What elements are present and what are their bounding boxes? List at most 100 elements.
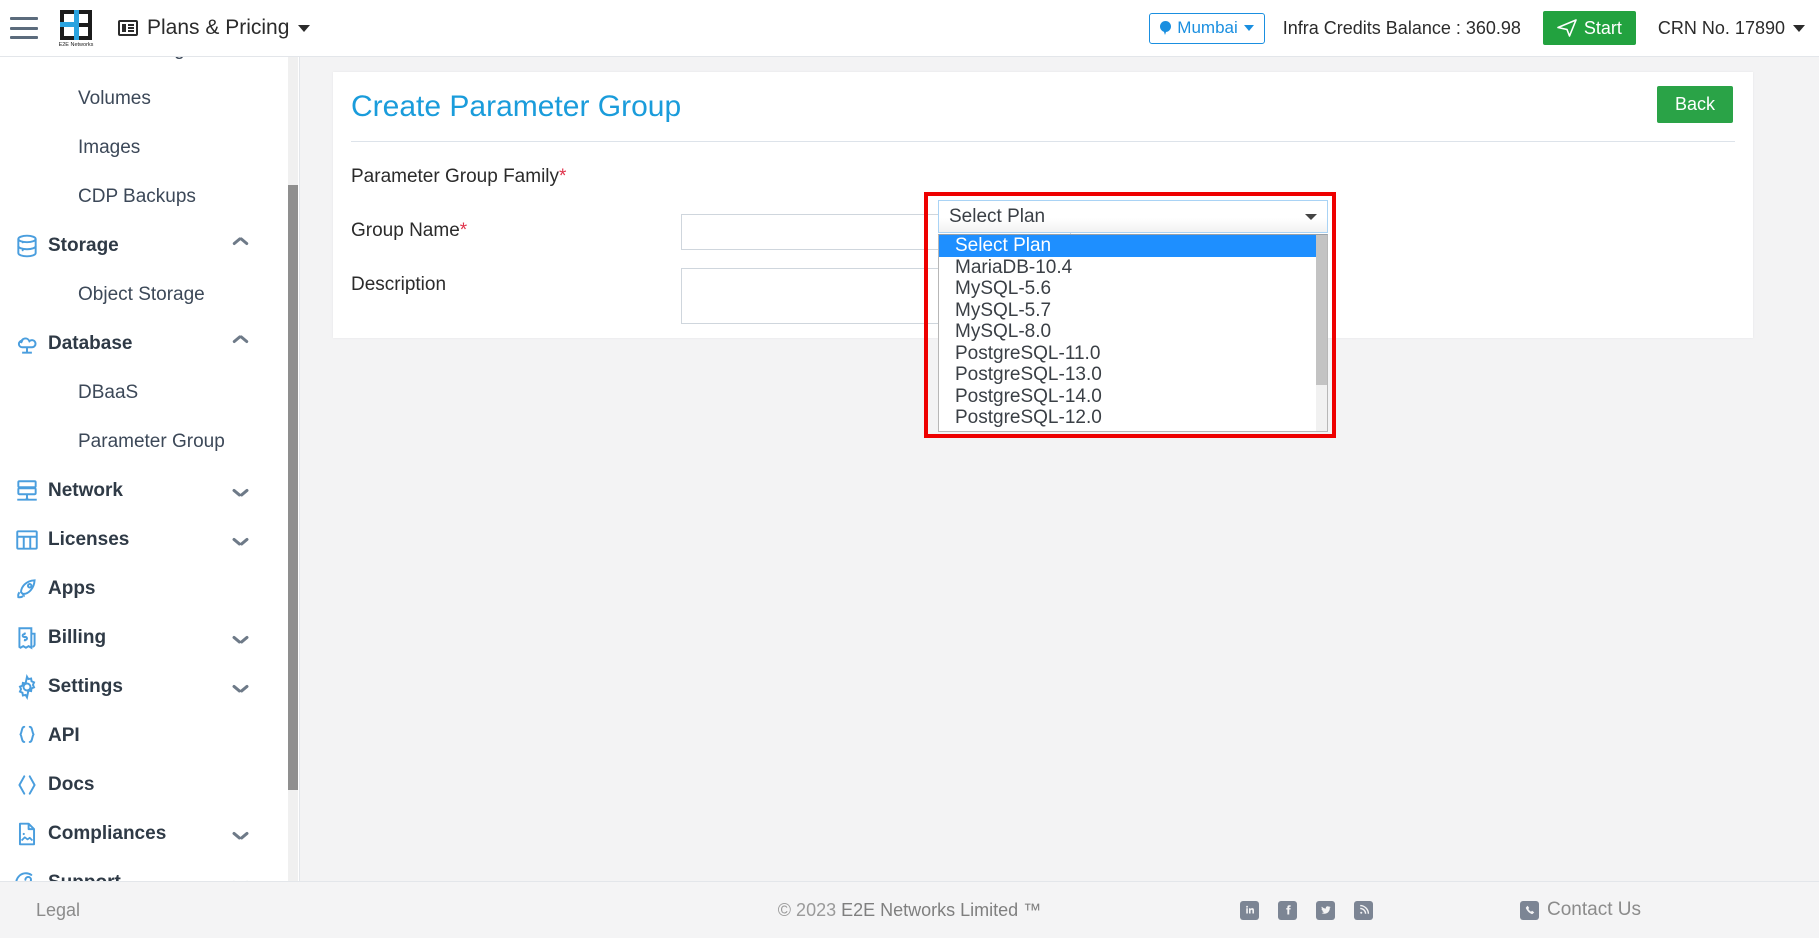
hamburger-icon[interactable] bbox=[10, 17, 38, 39]
plans-and-pricing-menu[interactable]: Plans & Pricing bbox=[118, 16, 311, 40]
select-option[interactable]: MariaDB-10.4 bbox=[939, 257, 1327, 279]
start-label: Start bbox=[1583, 17, 1622, 38]
sidebar-item-dbaas[interactable]: DBaaS bbox=[0, 368, 299, 417]
region-label: Mumbai bbox=[1177, 18, 1238, 37]
copyright-company: E2E Networks Limited ™ bbox=[841, 899, 1042, 920]
chevron-down-icon bbox=[1793, 24, 1805, 32]
chevron-down-icon[interactable] bbox=[233, 486, 248, 495]
sidebar-item-label: Images bbox=[78, 136, 141, 158]
contact-us-link[interactable]: Contact Us bbox=[1520, 899, 1641, 921]
copyright-prefix: © 2023 bbox=[777, 899, 842, 920]
select-option[interactable]: PostgreSQL-11.0 bbox=[939, 343, 1327, 365]
server-network-icon bbox=[6, 478, 48, 504]
grid-license-icon bbox=[6, 527, 48, 553]
description-label: Description bbox=[351, 274, 447, 295]
database-stack-icon bbox=[6, 233, 48, 259]
parameter-group-family-select[interactable]: Select Plan bbox=[938, 200, 1328, 233]
sidebar-item-label: Volumes bbox=[78, 87, 151, 109]
twitter-icon[interactable] bbox=[1316, 900, 1335, 920]
chevron-down-icon[interactable] bbox=[233, 829, 248, 838]
sidebar-item-label: Object Storage bbox=[78, 283, 205, 305]
sidebar-item-label: CDP Backups bbox=[78, 185, 196, 207]
sidebar-item-label: Billing bbox=[48, 626, 107, 648]
sidebar-item-licenses[interactable]: Licenses bbox=[0, 515, 299, 564]
card-header: Create Parameter Group Back bbox=[351, 72, 1735, 142]
sidebar-item-billing[interactable]: Billing bbox=[0, 613, 299, 662]
chevron-down-icon[interactable] bbox=[233, 682, 248, 691]
phone-icon bbox=[1520, 900, 1539, 920]
parameter-group-family-label: Parameter Group Family* bbox=[351, 160, 681, 188]
sidebar-item-label: Apps bbox=[48, 577, 96, 599]
select-option[interactable]: Select Plan bbox=[939, 235, 1327, 257]
sidebar-item-cdp-backups[interactable]: CDP Backups bbox=[0, 172, 299, 221]
sidebar-scroll-content: Auto Scaling Volumes Images CDP Backups … bbox=[0, 57, 299, 907]
sidebar-scrollbar-thumb[interactable] bbox=[288, 185, 298, 790]
sidebar-item-object-storage[interactable]: Object Storage bbox=[0, 270, 299, 319]
rss-icon[interactable] bbox=[1354, 900, 1373, 920]
sidebar-item-label: DBaaS bbox=[78, 381, 139, 403]
select-option[interactable]: PostgreSQL-13.0 bbox=[939, 364, 1327, 386]
facebook-icon[interactable] bbox=[1278, 900, 1297, 920]
region-selector[interactable]: Mumbai bbox=[1149, 12, 1265, 44]
sidebar-item-label: Auto Scaling bbox=[78, 57, 185, 61]
sidebar-item-label: Storage bbox=[48, 234, 119, 256]
angle-brackets-icon bbox=[6, 772, 48, 798]
sidebar-item-label: Parameter Group bbox=[78, 430, 225, 452]
select-option[interactable]: MySQL-5.7 bbox=[939, 300, 1327, 322]
sidebar-item-label: Database bbox=[48, 332, 133, 354]
sidebar-item-auto-scaling[interactable]: Auto Scaling bbox=[0, 57, 299, 74]
select-options-list[interactable]: Select Plan MariaDB-10.4 MySQL-5.6 MySQL… bbox=[938, 234, 1328, 432]
label-text: Parameter Group Family bbox=[351, 166, 560, 187]
form-row-parameter-group-family: Parameter Group Family* bbox=[333, 160, 1753, 196]
document-icon bbox=[6, 821, 48, 847]
e2e-networks-logo[interactable]: E2E Networks bbox=[56, 8, 96, 48]
chevron-down-icon bbox=[1305, 213, 1317, 220]
list-icon bbox=[118, 20, 138, 36]
select-list-scrollbar-track[interactable] bbox=[1316, 235, 1327, 431]
select-list-scrollbar-thumb[interactable] bbox=[1316, 235, 1327, 385]
topbar-right-group: Mumbai Infra Credits Balance : 360.98 St… bbox=[1149, 11, 1819, 45]
select-option[interactable]: MySQL-8.0 bbox=[939, 321, 1327, 343]
select-selected-value: Select Plan bbox=[949, 205, 1046, 227]
sidebar-item-label: Compliances bbox=[48, 822, 167, 844]
crn-menu[interactable]: CRN No. 17890 bbox=[1658, 18, 1805, 39]
chevron-up-icon[interactable] bbox=[233, 339, 248, 348]
linkedin-icon[interactable] bbox=[1240, 900, 1259, 920]
select-option[interactable]: PostgreSQL-14.0 bbox=[939, 386, 1327, 408]
sidebar-item-label: Docs bbox=[48, 773, 95, 795]
required-asterisk: * bbox=[559, 166, 567, 187]
parameter-group-family-select-highlight: Select Plan Select Plan MariaDB-10.4 MyS… bbox=[924, 192, 1336, 438]
top-navbar: E2E Networks Plans & Pricing Mumbai Infr… bbox=[0, 0, 1819, 57]
family-select-placeholder bbox=[681, 160, 1071, 196]
required-asterisk: * bbox=[459, 220, 468, 241]
sidebar-item-api[interactable]: API bbox=[0, 711, 299, 760]
sidebar-item-parameter-group[interactable]: Parameter Group bbox=[0, 417, 299, 466]
sidebar-item-label: Licenses bbox=[48, 528, 130, 550]
curly-braces-icon bbox=[6, 723, 48, 749]
chevron-down-icon[interactable] bbox=[233, 633, 248, 642]
sidebar-item-network[interactable]: Network bbox=[0, 466, 299, 515]
plans-and-pricing-label: Plans & Pricing bbox=[147, 16, 290, 39]
sidebar-item-settings[interactable]: Settings bbox=[0, 662, 299, 711]
crn-label: CRN No. 17890 bbox=[1657, 17, 1785, 38]
label-text: Group Name bbox=[351, 220, 460, 241]
sidebar-item-storage[interactable]: Storage bbox=[0, 221, 299, 270]
sidebar-item-label: API bbox=[48, 724, 80, 746]
sidebar-item-database[interactable]: Database bbox=[0, 319, 299, 368]
sidebar-item-apps[interactable]: Apps bbox=[0, 564, 299, 613]
select-option[interactable]: MySQL-5.6 bbox=[939, 278, 1327, 300]
sidebar-item-docs[interactable]: Docs bbox=[0, 760, 299, 809]
main-content: Create Parameter Group Back Parameter Gr… bbox=[300, 57, 1819, 881]
sidebar-item-images[interactable]: Images bbox=[0, 123, 299, 172]
select-option[interactable]: PostgreSQL-12.0 bbox=[939, 407, 1327, 429]
sidebar-item-compliances[interactable]: Compliances bbox=[0, 809, 299, 858]
chevron-up-icon[interactable] bbox=[233, 241, 248, 250]
sidebar-item-volumes[interactable]: Volumes bbox=[0, 74, 299, 123]
chevron-down-icon bbox=[298, 24, 311, 32]
invoice-dollar-icon bbox=[6, 625, 48, 651]
back-button[interactable]: Back bbox=[1656, 86, 1733, 123]
location-pin-icon bbox=[1160, 20, 1172, 36]
start-button[interactable]: Start bbox=[1542, 11, 1636, 45]
chevron-down-icon[interactable] bbox=[233, 535, 248, 544]
gear-icon bbox=[6, 673, 48, 700]
